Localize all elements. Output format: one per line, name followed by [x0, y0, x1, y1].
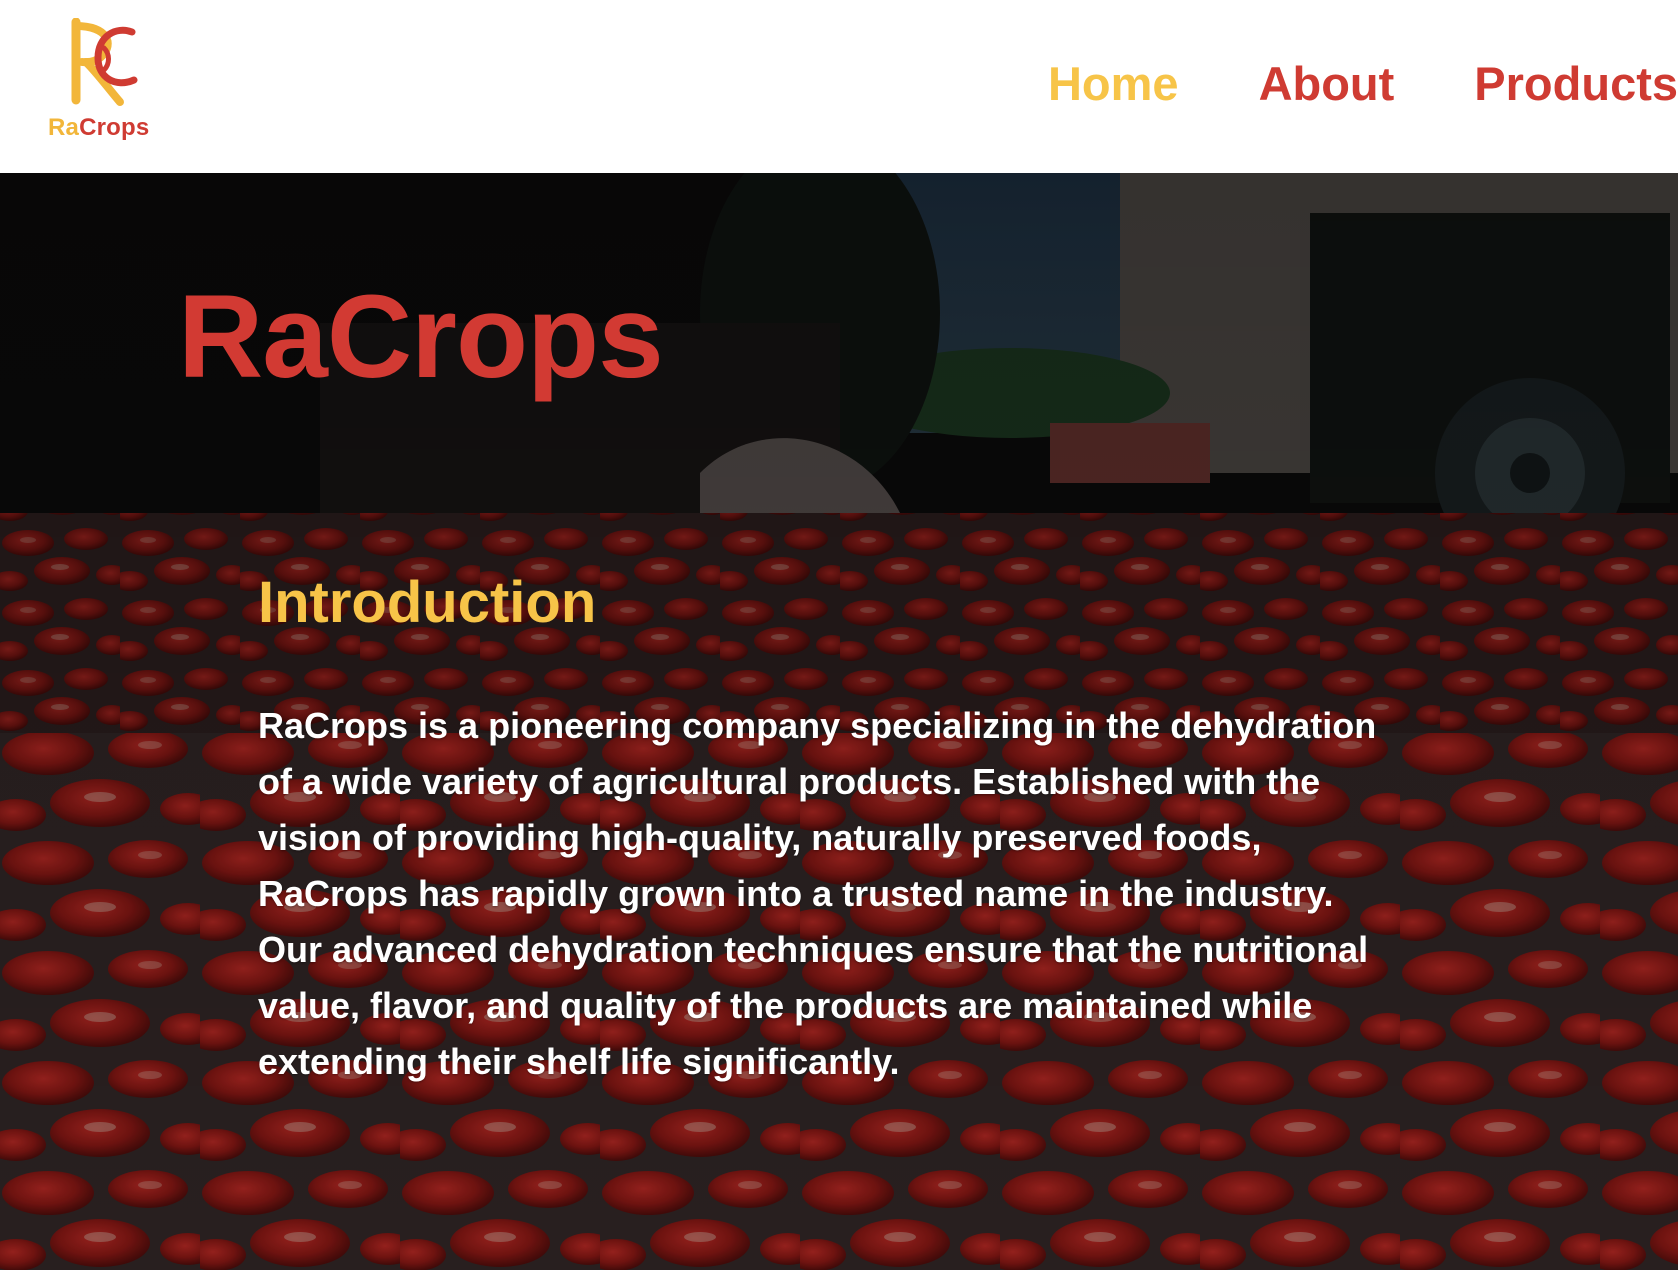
main-nav: Home About Products	[1048, 48, 1678, 118]
introduction-paragraph: RaCrops is a pioneering company speciali…	[258, 705, 1377, 1082]
logo-wordmark-crops: Crops	[79, 114, 150, 141]
racrops-logo[interactable]: RaCrops	[44, 18, 156, 146]
site-header: RaCrops Home About Products	[0, 0, 1678, 173]
nav-about-link[interactable]: About	[1259, 56, 1395, 111]
logo-wordmark: RaCrops	[48, 114, 149, 142]
hero-title: RaCrops	[178, 271, 664, 403]
logo-wordmark-ra: Ra	[48, 114, 80, 141]
hero-section: RaCrops Introduction RaCrops is a pionee…	[0, 173, 1678, 1270]
nav-home-link[interactable]: Home	[1048, 56, 1179, 111]
racrops-logo-icon	[71, 18, 138, 106]
introduction-heading: Introduction	[258, 570, 597, 635]
nav-products-link[interactable]: Products	[1474, 56, 1678, 111]
